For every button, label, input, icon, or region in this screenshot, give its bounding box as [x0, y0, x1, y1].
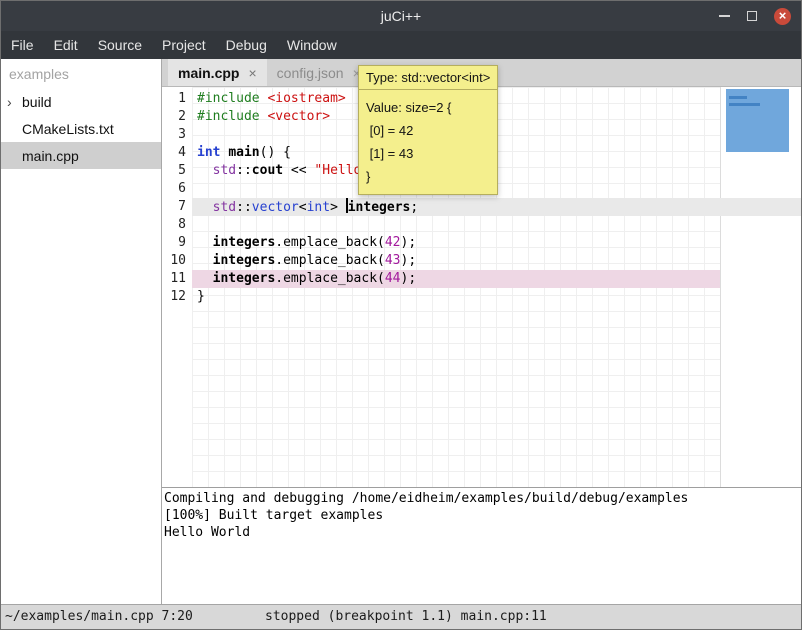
- menu-item-source[interactable]: Source: [88, 31, 152, 59]
- overview-thumbnail: [726, 89, 789, 152]
- editor-line-8: 8: [162, 216, 801, 234]
- menu-item-project[interactable]: Project: [152, 31, 216, 59]
- overview-line: [729, 103, 760, 106]
- editor-line-10: 10 integers.emplace_back(43);: [162, 252, 801, 270]
- code-text[interactable]: int main() {: [192, 144, 291, 162]
- code-text[interactable]: }: [192, 288, 205, 306]
- code-text[interactable]: #include <vector>: [192, 108, 330, 126]
- menu-bar: FileEditSourceProjectDebugWindow: [1, 31, 801, 59]
- tree-item-label: CMakeLists.txt: [22, 121, 114, 137]
- line-number[interactable]: 10: [162, 252, 192, 270]
- window-title: juCi++: [1, 1, 801, 31]
- line-number[interactable]: 11: [162, 270, 192, 288]
- line-number[interactable]: 2: [162, 108, 192, 126]
- tree-item-label: main.cpp: [22, 148, 79, 164]
- menu-item-file[interactable]: File: [1, 31, 44, 59]
- close-icon: ×: [779, 8, 787, 24]
- minimize-icon: [719, 15, 730, 17]
- tree-item-cmakelists-txt[interactable]: CMakeLists.txt: [1, 115, 161, 142]
- menu-item-window[interactable]: Window: [277, 31, 347, 59]
- tooltip-type-line: Type: std::vector<int>: [358, 65, 498, 90]
- debug-value-tooltip: Type: std::vector<int> Value: size=2 { […: [358, 65, 498, 195]
- code-text[interactable]: [192, 126, 197, 144]
- status-file-position: ~/examples/main.cpp 7:20: [5, 605, 193, 628]
- editor-line-7: 7 std::vector<int> integers;: [162, 198, 801, 216]
- code-text[interactable]: [192, 216, 197, 234]
- line-number[interactable]: 8: [162, 216, 192, 234]
- tab-label: config.json: [277, 65, 344, 81]
- minimize-button[interactable]: [719, 15, 730, 17]
- tooltip-value-section: Value: size=2 { [0] = 42 [1] = 43}: [358, 90, 498, 195]
- code-text[interactable]: integers.emplace_back(43);: [192, 252, 416, 270]
- tab-close-icon[interactable]: ×: [248, 65, 256, 81]
- file-tree: ›build CMakeLists.txt main.cpp: [1, 88, 161, 169]
- line-number[interactable]: 4: [162, 144, 192, 162]
- tooltip-value-line: }: [366, 165, 490, 188]
- status-debug-state: stopped (breakpoint 1.1) main.cpp:11: [265, 605, 547, 628]
- line-number[interactable]: 5: [162, 162, 192, 180]
- tooltip-value-line: Value: size=2 {: [366, 96, 490, 119]
- restore-icon: [747, 11, 757, 21]
- app-window: juCi++ × FileEditSourceProjectDebugWindo…: [0, 0, 802, 630]
- tree-item-label: build: [22, 94, 52, 110]
- window-controls: ×: [719, 1, 791, 31]
- terminal-line: [100%] Built target examples: [164, 507, 801, 524]
- tab-config-json[interactable]: config.json×: [267, 59, 371, 86]
- code-text[interactable]: integers.emplace_back(44);: [192, 270, 720, 288]
- menu-item-debug[interactable]: Debug: [216, 31, 277, 59]
- line-number[interactable]: 3: [162, 126, 192, 144]
- menu-item-edit[interactable]: Edit: [44, 31, 88, 59]
- expander-icon[interactable]: ›: [7, 94, 22, 110]
- code-text[interactable]: std::vector<int> integers;: [192, 198, 801, 216]
- terminal-line: Hello World: [164, 524, 801, 541]
- tab-label: main.cpp: [178, 65, 239, 81]
- close-button[interactable]: ×: [774, 8, 791, 25]
- editor-line-12: 12}: [162, 288, 801, 306]
- restore-button[interactable]: [747, 11, 757, 21]
- line-number[interactable]: 7: [162, 198, 192, 216]
- title-bar[interactable]: juCi++ ×: [1, 1, 801, 31]
- terminal-line: Compiling and debugging /home/eidheim/ex…: [164, 490, 801, 507]
- code-text[interactable]: [192, 180, 197, 198]
- overview-line: [729, 96, 747, 99]
- editor-line-11: 11 integers.emplace_back(44);: [162, 270, 801, 288]
- line-number[interactable]: 1: [162, 90, 192, 108]
- file-tree-panel: examples ›build CMakeLists.txt main.cpp: [1, 59, 162, 604]
- tooltip-value-line: [1] = 43: [366, 142, 490, 165]
- output-terminal[interactable]: Compiling and debugging /home/eidheim/ex…: [162, 487, 801, 604]
- project-name: examples: [1, 59, 161, 88]
- tooltip-value-line: [0] = 42: [366, 119, 490, 142]
- tree-item-build[interactable]: ›build: [1, 88, 161, 115]
- status-bar: ~/examples/main.cpp 7:20 stopped (breakp…: [1, 604, 801, 629]
- line-number[interactable]: 6: [162, 180, 192, 198]
- tab-main-cpp[interactable]: main.cpp ×: [168, 59, 267, 86]
- line-number[interactable]: 12: [162, 288, 192, 306]
- line-number[interactable]: 9: [162, 234, 192, 252]
- editor-line-9: 9 integers.emplace_back(42);: [162, 234, 801, 252]
- code-text[interactable]: integers.emplace_back(42);: [192, 234, 416, 252]
- tree-item-main-cpp[interactable]: main.cpp: [1, 142, 161, 169]
- code-text[interactable]: #include <iostream>: [192, 90, 346, 108]
